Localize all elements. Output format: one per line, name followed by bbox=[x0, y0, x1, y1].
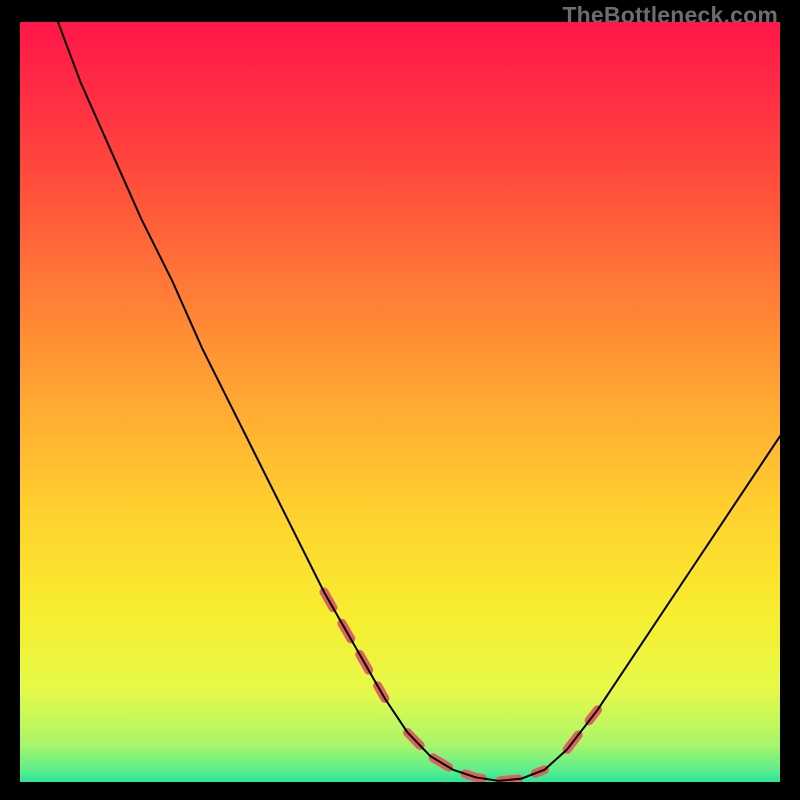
gradient-background bbox=[20, 22, 780, 782]
chart-container: TheBottleneck.com bbox=[0, 0, 800, 800]
chart-svg bbox=[20, 22, 780, 782]
plot-area bbox=[20, 22, 780, 782]
